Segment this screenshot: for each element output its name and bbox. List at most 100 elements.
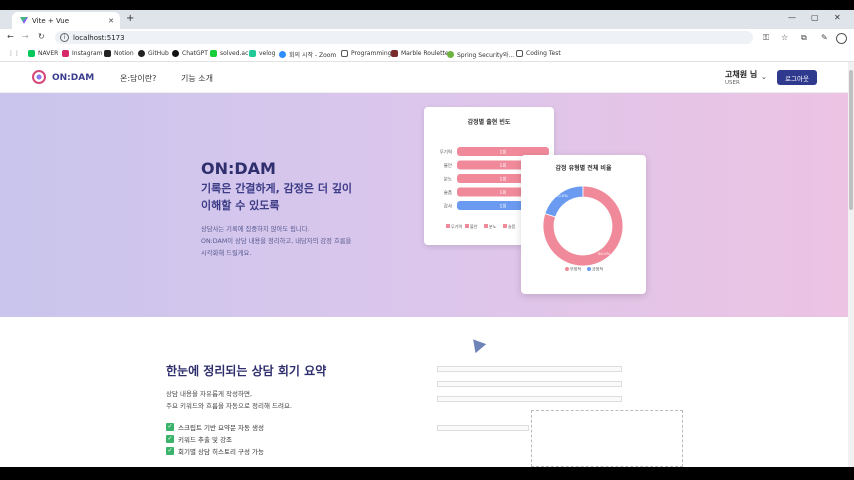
bookmark-velog[interactable]: velog (249, 50, 275, 57)
user-name[interactable]: 고채원 님 (725, 69, 757, 80)
tab-title: Vite + Vue (32, 16, 70, 25)
form-field (437, 396, 622, 402)
donut-chart: 20.0% 80.0% 부정적 긍정적 (542, 185, 624, 272)
github-icon (138, 50, 145, 57)
hero-subtitle-1: 기록은 간결하게, 감정은 더 깊이 (201, 182, 353, 195)
feature-item: ✓ 회기별 상담 히스토리 구성 가능 (166, 447, 265, 456)
spring-icon (447, 51, 454, 58)
legend-label: 긍정적 (592, 266, 603, 272)
legend-swatch (484, 224, 488, 228)
legend-swatch (587, 267, 591, 271)
vite-favicon-icon (20, 17, 28, 24)
address-bar[interactable]: i localhost:5173 (55, 31, 753, 44)
bookmark-spring[interactable]: Spring Security와... (447, 50, 514, 59)
bar-data-label: 1회 (499, 189, 506, 196)
emotion-ratio-card: 감정 유형별 전체 비율 20.0% 80.0% 부정적 긍정적 (521, 155, 646, 294)
summary-preview-box (531, 410, 683, 467)
legend-swatch (465, 224, 469, 228)
bookmark-github[interactable]: GitHub (138, 50, 169, 57)
pie-slice (544, 185, 584, 218)
section2-desc-1: 상담 내용을 자유롭게 작성하면, (166, 390, 253, 398)
bar-category-label: 감사 (444, 203, 453, 210)
bookmark-zoom[interactable]: 회의 시작 - Zoom (279, 50, 336, 59)
site-info-icon[interactable]: i (60, 33, 69, 42)
hero-desc-1: 상담사는 기록에 집중하지 않아도 됩니다. (201, 226, 310, 233)
profile-avatar[interactable] (836, 33, 847, 44)
bookmarks-bar: ⋮⋮ NAVER Instagram Notion GitHub ChatGPT… (0, 46, 854, 62)
hero-title: ON:DAM (201, 159, 276, 178)
nav-features[interactable]: 기능 소개 (181, 73, 213, 84)
mouse-cursor-icon (467, 334, 487, 354)
close-window-icon[interactable]: ✕ (834, 13, 841, 22)
pie-data-label: 20.0% (556, 193, 568, 198)
forward-icon[interactable]: → (22, 32, 29, 41)
address-row: ← → ↻ i localhost:5173 ⚿ ☆ ⧉ ✎ (0, 29, 854, 46)
bookmark-star-icon[interactable]: ☆ (781, 33, 788, 42)
ondam-logo-icon[interactable] (32, 70, 46, 84)
logout-button[interactable]: 로그아웃 (777, 70, 817, 85)
feature-item: ✓ 키워드 추출 및 강조 (166, 435, 233, 444)
close-tab-icon[interactable]: ✕ (108, 17, 114, 25)
chevron-down-icon[interactable]: ⌄ (761, 73, 767, 81)
bar-data-label: 1회 (499, 176, 506, 183)
bookmark-notion[interactable]: Notion (104, 50, 134, 57)
bookmark-codingtest[interactable]: Coding Test (516, 50, 561, 57)
app-header: ON:DAM 온:담이란? 기능 소개 고채원 님 USER ⌄ 로그아웃 (0, 62, 848, 93)
legend-label: 무기력 (451, 223, 462, 229)
legend-swatch (446, 224, 450, 228)
letterbox-bottom (0, 467, 854, 480)
bookmark-instagram[interactable]: Instagram (62, 50, 103, 57)
bookmark-programming[interactable]: Programming (341, 50, 391, 57)
legend-label: 슬픔 (508, 223, 516, 229)
legend-label: 부정적 (570, 266, 581, 272)
maximize-icon[interactable]: ▢ (811, 13, 819, 22)
solvedac-icon (210, 50, 217, 57)
notion-icon (104, 50, 111, 57)
brand-name[interactable]: ON:DAM (52, 73, 94, 83)
password-key-icon[interactable]: ⚿ (763, 33, 769, 43)
marble-icon (391, 50, 398, 57)
form-field (437, 381, 622, 387)
nav-about[interactable]: 온:담이란? (120, 73, 156, 84)
legend-label: 불안 (470, 223, 478, 229)
bookmark-chatgpt[interactable]: ChatGPT (172, 50, 208, 57)
check-icon: ✓ (166, 447, 174, 455)
extensions-icon[interactable]: ⧉ (801, 33, 807, 43)
bar-data-label: 1회 (499, 162, 506, 169)
minimize-icon[interactable]: — (788, 13, 796, 22)
bar-data-label: 1회 (499, 203, 506, 210)
hero-desc-2: ON:DAM이 상담 내용을 정리하고, 내담자의 감정 흐름을 (201, 238, 352, 245)
edit-icon[interactable]: ✎ (821, 33, 828, 42)
legend-swatch (565, 267, 569, 271)
velog-icon (249, 50, 256, 57)
folder-icon (341, 50, 348, 57)
back-icon[interactable]: ← (7, 32, 14, 41)
bar-data-label: 1회 (499, 149, 506, 156)
form-field (437, 425, 529, 431)
naver-icon (28, 50, 35, 57)
hero-subtitle-2: 이해할 수 있도록 (201, 199, 280, 212)
instagram-icon (62, 50, 69, 57)
reload-icon[interactable]: ↻ (38, 32, 45, 41)
scrollbar-thumb[interactable] (849, 70, 853, 210)
pie-data-label: 80.0% (598, 251, 610, 256)
section2-title: 한눈에 정리되는 상담 회기 요약 (166, 364, 327, 378)
bookmark-naver[interactable]: NAVER (28, 50, 58, 57)
bookmark-solvedac[interactable]: solved.ac (210, 50, 248, 57)
hero-desc-3: 시각화해 드릴게요. (201, 250, 252, 257)
hero-section: ON:DAM 기록은 간결하게, 감정은 더 깊이 이해할 수 있도록 상담사는… (0, 93, 848, 317)
folder-icon (516, 50, 523, 57)
tab-strip: Vite + Vue ✕ + — ▢ ✕ (0, 10, 854, 29)
legend-swatch (503, 224, 507, 228)
bar-category-label: 무기력 (440, 149, 452, 156)
bar-category-label: 분노 (444, 177, 452, 183)
new-tab-icon[interactable]: + (126, 13, 134, 24)
url-text: localhost:5173 (73, 33, 125, 42)
chatgpt-icon (172, 50, 179, 57)
browser-tab[interactable]: Vite + Vue ✕ (12, 12, 120, 29)
check-icon: ✓ (166, 435, 174, 443)
bookmark-marble[interactable]: Marble Roulette (391, 50, 449, 57)
letterbox-top (0, 0, 854, 10)
bar-category-label: 슬픔 (444, 189, 452, 196)
apps-grid-icon[interactable]: ⋮⋮ (8, 50, 20, 57)
